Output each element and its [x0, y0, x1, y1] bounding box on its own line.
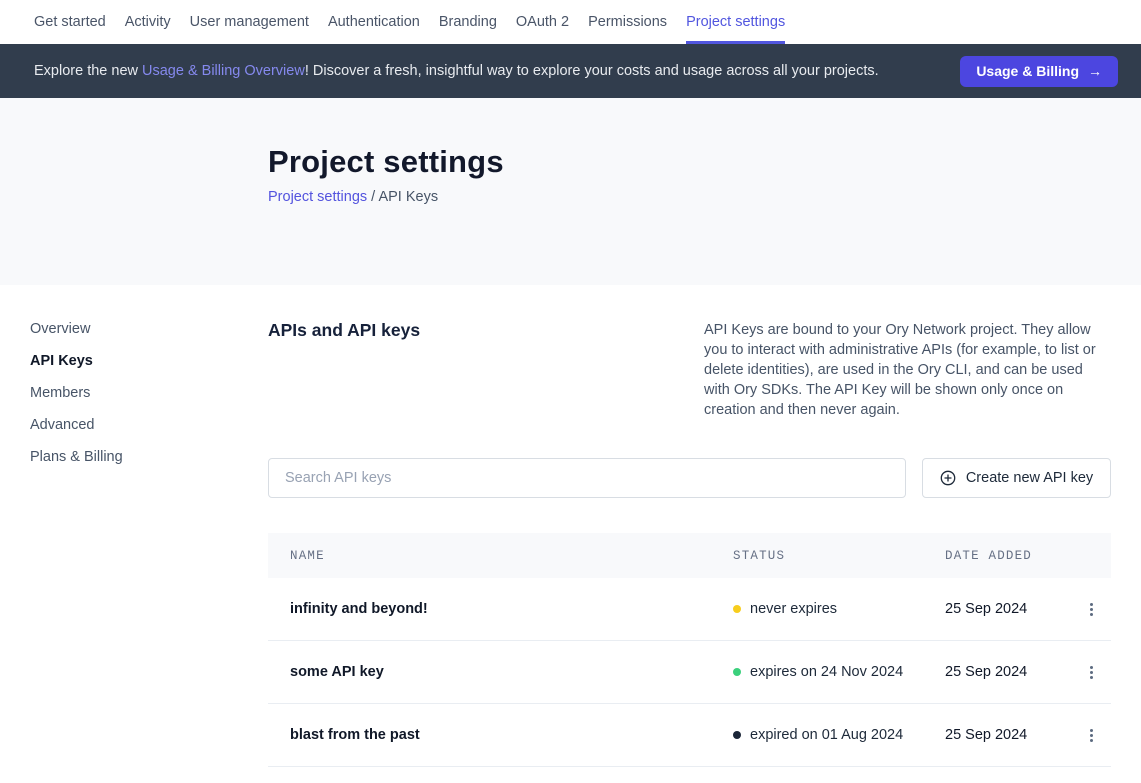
api-keys-table: NAME STATUS DATE ADDED infinity and beyo… — [268, 533, 1111, 767]
sidebar-item-overview[interactable]: Overview — [30, 320, 268, 338]
nav-tab-user-management[interactable]: User management — [190, 0, 309, 44]
status-dot-icon — [733, 668, 741, 676]
table-row: infinity and beyond! never expires 25 Se… — [268, 578, 1111, 641]
usage-billing-banner: Explore the new Usage & Billing Overview… — [0, 44, 1141, 98]
breadcrumb-project-settings-link[interactable]: Project settings — [268, 189, 367, 205]
nav-tab-activity[interactable]: Activity — [125, 0, 171, 44]
section-description: API Keys are bound to your Ory Network p… — [704, 320, 1111, 420]
nav-tab-authentication[interactable]: Authentication — [328, 0, 420, 44]
breadcrumb: Project settings / API Keys — [268, 189, 1141, 205]
top-nav: Get started Activity User management Aut… — [0, 0, 1141, 44]
api-key-date-added: 25 Sep 2024 — [945, 601, 1072, 617]
search-input[interactable] — [268, 458, 906, 498]
page-title: Project settings — [268, 144, 1141, 180]
api-keys-panel: APIs and API keys API Keys are bound to … — [268, 320, 1111, 767]
create-api-key-button[interactable]: Create new API key — [922, 458, 1111, 498]
arrow-right-icon: → — [1088, 63, 1102, 79]
table-row: some API key expires on 24 Nov 2024 25 S… — [268, 641, 1111, 704]
toolbar: Create new API key — [268, 458, 1111, 498]
nav-tab-get-started[interactable]: Get started — [34, 0, 106, 44]
sidebar-item-plans-billing[interactable]: Plans & Billing — [30, 448, 268, 466]
banner-text: Explore the new Usage & Billing Overview… — [34, 63, 879, 79]
kebab-menu-button[interactable] — [1084, 660, 1099, 685]
usage-billing-overview-link[interactable]: Usage & Billing Overview — [142, 63, 305, 79]
section-title: APIs and API keys — [268, 320, 420, 420]
api-key-date-added: 25 Sep 2024 — [945, 727, 1072, 743]
status-dot-icon — [733, 731, 741, 739]
breadcrumb-separator: / — [371, 189, 375, 205]
api-key-name: some API key — [290, 664, 733, 680]
nav-tab-branding[interactable]: Branding — [439, 0, 497, 44]
table-row: blast from the past expired on 01 Aug 20… — [268, 704, 1111, 767]
nav-tab-project-settings[interactable]: Project settings — [686, 0, 785, 44]
usage-billing-button[interactable]: Usage & Billing → — [960, 56, 1118, 87]
api-key-name: blast from the past — [290, 727, 733, 743]
breadcrumb-current: API Keys — [378, 189, 438, 205]
api-key-date-added: 25 Sep 2024 — [945, 664, 1072, 680]
nav-tab-oauth2[interactable]: OAuth 2 — [516, 0, 569, 44]
table-header-row: NAME STATUS DATE ADDED — [268, 533, 1111, 578]
content-area: Overview API Keys Members Advanced Plans… — [0, 285, 1141, 767]
api-key-status: expires on 24 Nov 2024 — [733, 664, 945, 680]
nav-tab-permissions[interactable]: Permissions — [588, 0, 667, 44]
plus-circle-icon — [940, 470, 956, 486]
column-header-date-added: DATE ADDED — [945, 549, 1072, 563]
sidebar-item-advanced[interactable]: Advanced — [30, 416, 268, 434]
api-key-status: never expires — [733, 601, 945, 617]
sidebar-item-members[interactable]: Members — [30, 384, 268, 402]
sidebar-item-api-keys[interactable]: API Keys — [30, 352, 268, 370]
kebab-menu-button[interactable] — [1084, 597, 1099, 622]
kebab-menu-button[interactable] — [1084, 723, 1099, 748]
page-header: Project settings Project settings / API … — [0, 98, 1141, 285]
column-header-status: STATUS — [733, 549, 945, 563]
settings-sidebar: Overview API Keys Members Advanced Plans… — [30, 320, 268, 767]
api-key-name: infinity and beyond! — [290, 601, 733, 617]
api-key-status: expired on 01 Aug 2024 — [733, 727, 945, 743]
column-header-name: NAME — [290, 549, 733, 563]
status-dot-icon — [733, 605, 741, 613]
